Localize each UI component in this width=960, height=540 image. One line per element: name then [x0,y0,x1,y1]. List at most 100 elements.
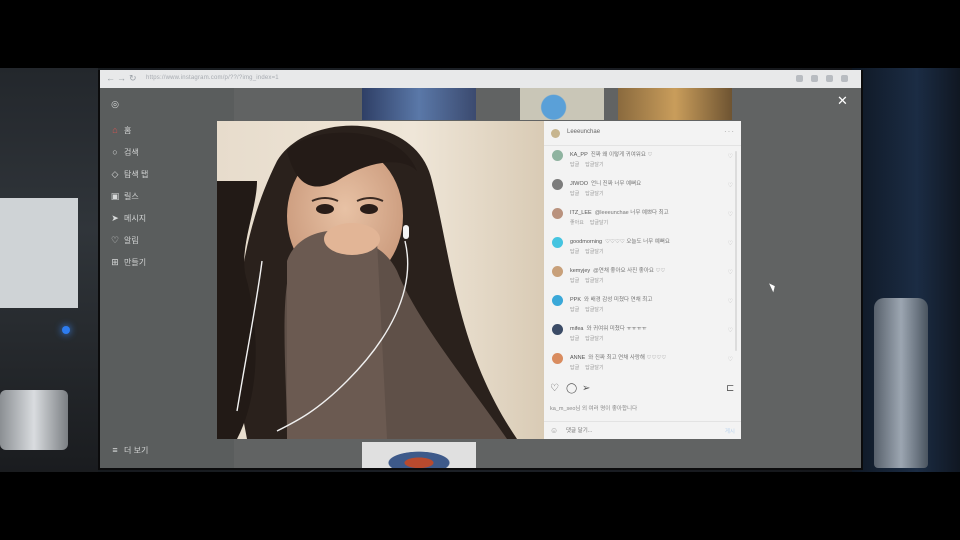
reply-link[interactable]: 좋아요 [570,220,584,226]
comment-like-icon[interactable]: ♡ [728,240,733,247]
add-comment-bar: ☺ 게시 [544,421,741,440]
post-modal: Leeeunchae ··· KA_PP 진짜 왜 이렇게 귀여워요 ♡ 답글 답글달… [217,121,741,439]
post-username[interactable]: Leeeunchae [567,129,600,135]
reply-link[interactable]: 답글달기 [585,307,603,313]
comment-text: KA_PP 진짜 왜 이렇게 귀여워요 ♡ [570,150,652,158]
comment-username[interactable]: goodmorning [570,239,602,245]
more-options-icon[interactable]: ··· [724,127,735,136]
water-bottle [874,298,928,468]
sidebar-item-search[interactable]: ○ 검색 [110,146,138,158]
reply-link[interactable]: 답글 [570,278,579,284]
messages-icon: ➤ [111,213,119,223]
comment-like-icon[interactable]: ♡ [728,182,733,189]
power-led [62,326,70,334]
avatar[interactable] [552,353,563,364]
comment-username[interactable]: KA_PP [570,152,588,158]
back-icon[interactable]: ← [106,73,115,83]
comment-like-icon[interactable]: ♡ [728,269,733,276]
avatar[interactable] [551,129,560,138]
avatar[interactable] [552,295,563,306]
comment-meta: 답글 답글달기 [570,306,610,313]
avatar[interactable] [552,324,563,335]
like-heart-icon[interactable]: ♡ [550,383,559,395]
comment-row: ITZ_LEE @leeeunchae 너무 예쁘다 최고좋아요 답글달기 ♡ [544,205,741,233]
share-icon[interactable]: ➢ [582,383,590,395]
sidebar-item-more[interactable]: ≡ 더 보기 [110,444,148,456]
reply-link[interactable]: 답글달기 [585,162,603,168]
forward-icon[interactable]: → [117,73,126,83]
comment-username[interactable]: ANNE [570,355,585,361]
comment-username[interactable]: kemyjey [570,268,590,274]
feed-thumbnail[interactable] [618,88,732,120]
background-right [852,68,960,472]
reply-link[interactable]: 답글 [570,249,579,255]
reply-link[interactable]: 답글달기 [585,278,603,284]
avatar[interactable] [552,237,563,248]
portrait-image [217,121,544,439]
comment-body: @leeeunchae 너무 예쁘다 최고 [594,210,669,216]
reply-link[interactable]: 답글 [570,162,579,168]
comment-input[interactable] [566,427,716,435]
create-icon: ⊞ [111,257,119,267]
avatar[interactable] [552,208,563,219]
reload-icon[interactable]: ↻ [129,73,137,84]
post-comment-button[interactable]: 게시 [725,427,735,435]
reply-link[interactable]: 답글달기 [585,249,603,255]
sidebar-item-messages[interactable]: ➤ 메시지 [110,212,146,224]
reply-link[interactable]: 답글달기 [585,336,603,342]
extension-icon[interactable] [796,75,803,82]
reply-link[interactable]: 답글 [570,365,579,371]
post-actions: ♡ ◯ ➢ ⊏ [550,383,735,397]
url-text[interactable]: https://www.instagram.com/p/??/?img_inde… [146,75,279,81]
avatar[interactable] [552,179,563,190]
comment-like-icon[interactable]: ♡ [728,356,733,363]
comment-username[interactable]: ITZ_LEE [570,210,592,216]
reply-link[interactable]: 답글달기 [585,191,603,197]
reply-link[interactable]: 답글달기 [585,365,603,371]
comment-username[interactable]: JIWOO [570,181,588,187]
comment-like-icon[interactable]: ♡ [728,211,733,218]
avatar[interactable] [552,266,563,277]
extension-icon[interactable] [811,75,818,82]
scrollbar[interactable] [735,151,737,351]
comment-body: 언니 진짜 너무 예뻐요 [591,181,642,187]
secondary-monitor [0,198,78,308]
browser-address-bar: ← → ↻ https://www.instagram.com/p/??/?im… [100,70,861,88]
comment-meta: 답글 답글달기 [570,190,610,197]
sidebar-item-reels[interactable]: ▣ 릴스 [110,190,139,202]
reply-link[interactable]: 답글 [570,307,579,313]
feed-thumbnail[interactable] [362,442,476,468]
sidebar-item-notifications[interactable]: ♡ 알림 [110,234,139,246]
comment-like-icon[interactable]: ♡ [728,327,733,334]
comment-meta: 좋아요 답글달기 [570,219,614,226]
post-photo[interactable] [217,121,544,439]
sidebar-item-create[interactable]: ⊞ 만들기 [110,256,146,268]
bookmark-icon[interactable]: ⊏ [726,383,734,395]
sidebar-item-home[interactable]: ⌂ 홈 [110,124,131,136]
feed-thumbnail[interactable] [520,88,604,120]
emoji-icon[interactable]: ☺ [550,426,558,435]
sidebar-toggle-icon[interactable] [826,75,833,82]
feed-thumbnail[interactable] [362,88,476,120]
avatar[interactable] [552,150,563,161]
reply-link[interactable]: 답글달기 [590,220,608,226]
comment-body: ♡♡♡♡ 오늘도 너무 예뻐요 [605,239,670,245]
comment-icon[interactable]: ◯ [566,383,577,395]
comment-username[interactable]: mifea [570,326,583,332]
likes-text[interactable]: ka_m_seo님 외 여러 명이 좋아합니다 [550,404,637,412]
comment-like-icon[interactable]: ♡ [728,153,733,160]
reply-link[interactable]: 답글 [570,336,579,342]
comments-list: KA_PP 진짜 왜 이렇게 귀여워요 ♡ 답글 답글달기 ♡ JIWOO 언니 진짜 너무… [544,147,741,383]
comment-body: 와 진짜 최고 연채 사랑해 ♡♡♡♡ [588,355,667,361]
comment-row: KA_PP 진짜 왜 이렇게 귀여워요 ♡ 답글 답글달기 ♡ [544,147,741,175]
comment-username[interactable]: PPK [570,297,581,303]
comment-text: ANNE 와 진짜 최고 연채 사랑해 ♡♡♡♡ [570,353,666,361]
sidebar-item-explore[interactable]: ◇ 탐색 탭 [110,168,149,180]
profile-icon[interactable] [841,75,848,82]
comment-text: JIWOO 언니 진짜 너무 예뻐요 [570,179,641,187]
close-icon[interactable]: ✕ [837,94,848,107]
reply-link[interactable]: 답글 [570,191,579,197]
comment-body: 와 귀여워 미쳤다 ㅠㅠㅠㅠ [586,326,647,332]
instagram-logo-icon[interactable]: ◎ [110,98,124,110]
comment-like-icon[interactable]: ♡ [728,298,733,305]
